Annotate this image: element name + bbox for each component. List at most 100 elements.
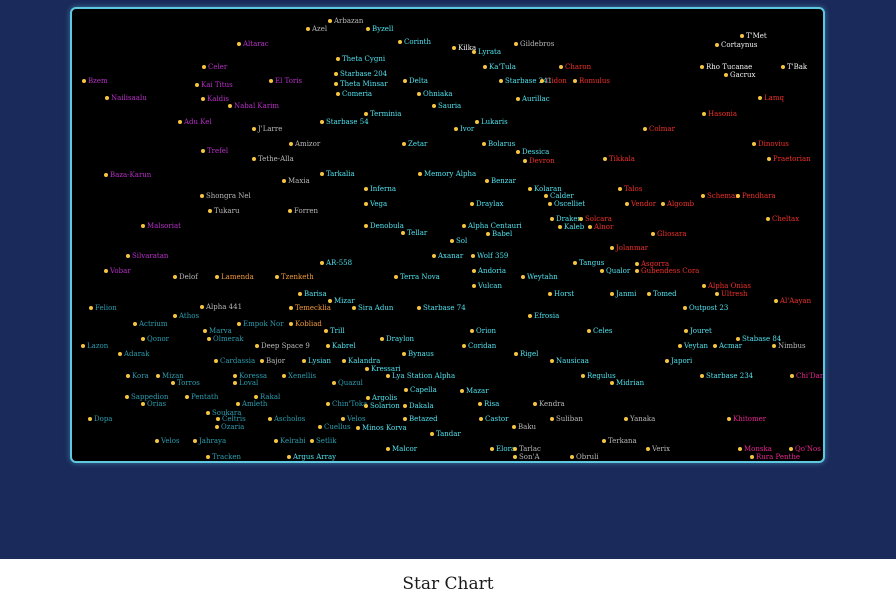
star-marker-dot	[516, 150, 520, 154]
star-label: Corinth	[404, 38, 431, 46]
star-marker-dot	[558, 225, 562, 229]
star-marker-dot	[454, 127, 458, 131]
star-marker-dot	[485, 179, 489, 183]
star-label: Xenellis	[288, 372, 317, 380]
star-marker-dot	[233, 381, 237, 385]
star-marker-dot	[206, 411, 210, 415]
star-marker-dot	[540, 79, 544, 83]
star-label: Jouret	[690, 327, 712, 335]
star-label: Wolf 359	[477, 252, 509, 260]
star-marker-dot	[88, 417, 92, 421]
star-label: Arbazan	[334, 17, 364, 25]
star-label: Bynaus	[408, 350, 434, 358]
star-label: Bzem	[88, 77, 108, 85]
star-label: Athos	[179, 312, 200, 320]
star-marker-dot	[402, 352, 406, 356]
star-marker-dot	[544, 194, 548, 198]
star-marker-dot	[767, 157, 771, 161]
star-marker-dot	[684, 329, 688, 333]
star-label: Kaleb	[564, 223, 585, 231]
star-marker-dot	[104, 269, 108, 273]
star-label: Sol	[456, 237, 468, 245]
star-marker-dot	[635, 262, 639, 266]
star-label: Ascholos	[274, 415, 306, 423]
star-marker-dot	[635, 269, 639, 273]
star-label: Marva	[209, 327, 232, 335]
star-marker-dot	[750, 455, 754, 459]
star-label: Temecklia	[295, 304, 331, 312]
star-marker-dot	[365, 367, 369, 371]
star-label: Tandar	[436, 430, 461, 438]
star-label: Silvaratan	[132, 252, 169, 260]
star-label: J'Larre	[258, 125, 283, 133]
star-marker-dot	[141, 402, 145, 406]
star-marker-dot	[260, 359, 264, 363]
star-label: Cheltax	[772, 215, 800, 223]
star-marker-dot	[252, 157, 256, 161]
star-label: Velos	[347, 415, 366, 423]
star-marker-dot	[334, 82, 338, 86]
star-label: Tukaru	[214, 207, 240, 215]
star-label: Obruli	[576, 453, 599, 461]
star-label: Rura Penthe	[756, 453, 801, 461]
star-label: Starbase 54	[326, 118, 369, 126]
star-label: Malsoriat	[147, 222, 181, 230]
star-label: Kalandra	[348, 357, 381, 365]
star-label: Dakala	[409, 402, 434, 410]
star-label: Dopa	[94, 415, 113, 423]
star-marker-dot	[141, 337, 145, 341]
star-label: Kelrabi	[280, 437, 306, 445]
star-label: Kai Titus	[201, 81, 233, 89]
star-marker-dot	[610, 381, 614, 385]
star-label: Oscelliet	[554, 200, 586, 208]
star-label: Memory Alpha	[424, 170, 477, 178]
star-label: Comeria	[342, 90, 373, 98]
star-marker-dot	[214, 359, 218, 363]
star-label: Monska	[744, 445, 772, 453]
star-marker-dot	[514, 352, 518, 356]
star-label: Loval	[239, 379, 259, 387]
star-label: Algomb	[667, 200, 695, 208]
star-marker-dot	[715, 292, 719, 296]
star-marker-dot	[254, 395, 258, 399]
star-marker-dot	[610, 246, 614, 250]
star-marker-dot	[486, 232, 490, 236]
star-label: Terminia	[370, 110, 402, 118]
star-marker-dot	[394, 275, 398, 279]
star-label: Vega	[370, 200, 388, 208]
star-marker-dot	[364, 202, 368, 206]
star-marker-dot	[236, 402, 240, 406]
star-label: Japori	[671, 357, 693, 365]
star-marker-dot	[432, 104, 436, 108]
star-label: Bajor	[266, 357, 286, 365]
star-marker-dot	[336, 92, 340, 96]
star-marker-dot	[528, 187, 532, 191]
star-marker-dot	[320, 261, 324, 265]
star-map[interactable]: Arbazan Azel Byzell Altarac Corinth Kilka Lyra…	[70, 7, 825, 463]
star-marker-dot	[237, 42, 241, 46]
star-marker-dot	[89, 306, 93, 310]
star-marker-dot	[364, 224, 368, 228]
star-marker-dot	[513, 447, 517, 451]
star-label: Starbase 234	[706, 372, 754, 380]
star-label: Al'Aayan	[780, 297, 812, 305]
star-marker-dot	[82, 79, 86, 83]
star-marker-dot	[499, 79, 503, 83]
star-label: Tracken	[212, 453, 242, 461]
star-marker-dot	[173, 275, 177, 279]
star-label: Outpost 23	[689, 304, 729, 312]
star-label: Bolarus	[488, 140, 516, 148]
star-label: Lysian	[308, 357, 331, 365]
star-marker-dot	[472, 284, 476, 288]
star-marker-dot	[318, 425, 322, 429]
star-marker-dot	[386, 447, 390, 451]
star-label: Dessica	[522, 148, 550, 156]
star-marker-dot	[602, 439, 606, 443]
star-marker-dot	[287, 455, 291, 459]
star-marker-dot	[173, 314, 177, 318]
star-label: Veytan	[684, 342, 709, 350]
star-marker-dot	[364, 404, 368, 408]
star-label: Verix	[652, 445, 671, 453]
star-marker-dot	[289, 142, 293, 146]
star-marker-dot	[156, 374, 160, 378]
